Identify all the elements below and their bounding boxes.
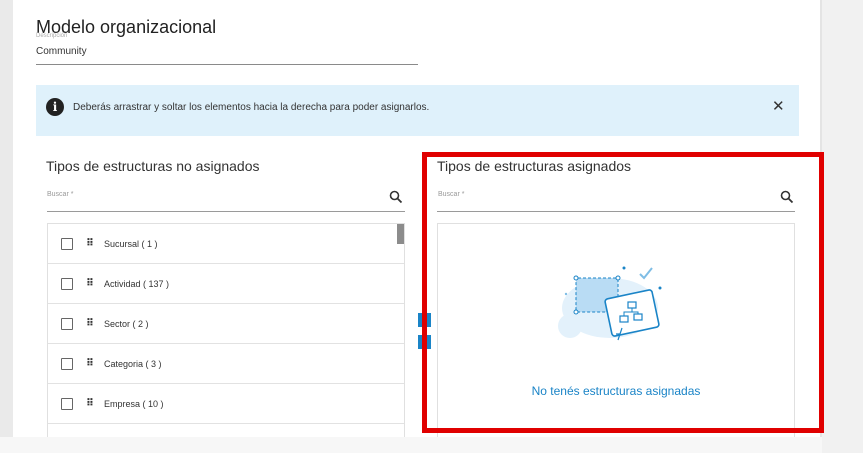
list-item[interactable]: ⠿ Sucursal ( 1 ) (48, 224, 404, 264)
item-checkbox[interactable] (61, 357, 73, 370)
move-left-button[interactable] (418, 335, 431, 349)
item-label: Empresa ( 10 ) (104, 398, 164, 409)
search-icon[interactable] (389, 190, 403, 204)
search-icon[interactable] (780, 190, 794, 204)
description-underline (36, 64, 418, 65)
item-label: Categoria ( 3 ) (104, 358, 162, 369)
item-checkbox[interactable] (61, 277, 73, 290)
left-edge (0, 0, 13, 437)
list-item[interactable]: ⠿ Actividad ( 137 ) (48, 264, 404, 304)
move-right-button[interactable] (418, 313, 431, 327)
item-label: Actividad ( 137 ) (104, 278, 170, 289)
list-item[interactable]: ⠿ Categoria ( 3 ) (48, 344, 404, 384)
assigned-search-underline (437, 211, 795, 212)
right-gutter (822, 0, 863, 453)
drag-handle-icon[interactable]: ⠿ (86, 358, 94, 369)
list-item[interactable]: ⠿ Empresa ( 10 ) (48, 384, 404, 424)
unassigned-search-input[interactable]: Buscar * (47, 191, 73, 198)
info-banner: i Deberás arrastrar y soltar los element… (36, 85, 799, 136)
list-scrollbar[interactable] (397, 224, 404, 244)
assigned-title: Tipos de estructuras asignados (437, 158, 632, 174)
list-item[interactable]: ⠿ Sector ( 2 ) (48, 304, 404, 344)
unassigned-title: Tipos de estructuras no asignados (46, 158, 260, 174)
drag-handle-icon[interactable]: ⠿ (86, 238, 94, 249)
drag-handle-icon[interactable]: ⠿ (86, 398, 94, 409)
empty-message: No tenés estructuras asignadas (531, 384, 701, 398)
assigned-drop-zone[interactable]: No tenés estructuras asignadas (437, 223, 795, 437)
item-checkbox[interactable] (61, 237, 73, 250)
item-label: Sector ( 2 ) (104, 318, 149, 329)
description-label: Descripción (36, 33, 68, 39)
bottom-strip (0, 437, 822, 453)
item-checkbox[interactable] (61, 397, 73, 410)
info-icon: i (46, 98, 64, 116)
empty-structures-illustration-icon (558, 266, 662, 341)
info-text: Deberás arrastrar y soltar los elementos… (73, 102, 430, 113)
unassigned-search-underline (47, 211, 405, 212)
item-label: Sucursal ( 1 ) (104, 238, 158, 249)
item-checkbox[interactable] (61, 317, 73, 330)
description-field[interactable]: Community (36, 46, 87, 57)
drag-handle-icon[interactable]: ⠿ (86, 278, 94, 289)
assigned-search-input[interactable]: Buscar * (438, 191, 464, 198)
close-icon[interactable]: ✕ (772, 97, 785, 115)
unassigned-list[interactable]: ⠿ Sucursal ( 1 ) ⠿ Actividad ( 137 ) ⠿ S… (47, 223, 405, 437)
drag-handle-icon[interactable]: ⠿ (86, 318, 94, 329)
